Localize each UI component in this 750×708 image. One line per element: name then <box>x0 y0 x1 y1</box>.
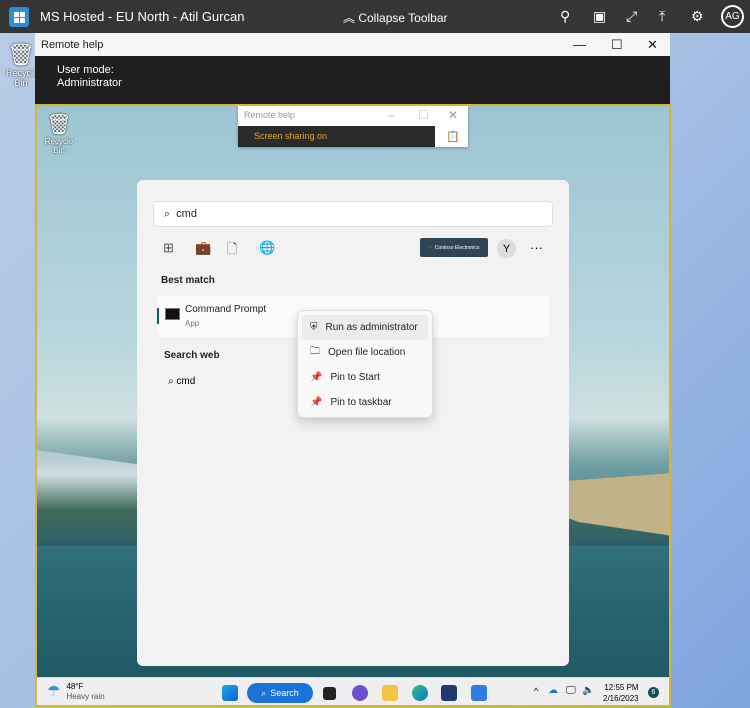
start-search-panel: ⌕ cmd ⊞ 💼 🗋 🌐 ⁘ Contoso Electronics Y ··· … <box>137 180 569 666</box>
web-search-item[interactable]: ⌕ cmd <box>168 376 195 387</box>
work-filter-icon[interactable]: 💼 <box>195 240 211 256</box>
pin-icon: 📌 <box>310 372 323 383</box>
taskbar-search-button[interactable]: ⌕ Search <box>247 683 313 703</box>
user-avatar[interactable]: Y <box>497 239 516 258</box>
date: 2/16/2023 <box>603 694 639 703</box>
menu-item-pin-to-start[interactable]: 📌 Pin to Start <box>302 365 428 390</box>
mini-title: Remote help <box>244 110 296 120</box>
search-label: Search <box>270 688 299 698</box>
screen-sharing-status: Screen sharing on <box>238 126 435 147</box>
weather-condition: Heavy rain <box>66 692 105 701</box>
windows-365-logo-icon <box>9 7 29 27</box>
folder-icon: 🗀 <box>310 346 320 357</box>
recycle-bin-icon: 🗑 <box>7 42 35 67</box>
task-view-icon[interactable] <box>323 687 336 700</box>
upload-icon[interactable]: ⤒ <box>659 8 665 25</box>
taskbar: ☂ 48°F Heavy rain ⌕ Search ^ ☁ 🖵 🔈 12:55 P… <box>37 677 669 705</box>
recycle-label: Recycle Bin <box>44 137 74 155</box>
remote-help-window: Remote help — ☐ ✕ User mode: Administrat… <box>35 33 670 106</box>
maximize-button[interactable]: ☐ <box>418 108 429 122</box>
user-mode-value: Administrator <box>57 77 122 89</box>
edge-browser-icon[interactable] <box>412 685 428 701</box>
documents-filter-icon[interactable]: 🗋 <box>227 240 237 262</box>
inner-recycle-bin[interactable]: 🗑 Recycle Bin <box>41 112 77 155</box>
network-icon[interactable]: 🖵 <box>566 685 576 696</box>
apps-filter-icon[interactable]: ⊞ <box>163 240 174 256</box>
clock[interactable]: 12:55 PM 2/16/2023 <box>603 682 639 704</box>
menu-label: Pin to taskbar <box>330 397 392 408</box>
admin-shield-icon: ⛨ <box>310 322 318 333</box>
volume-icon[interactable]: 🔈 <box>582 685 594 696</box>
search-web-heading: Search web <box>164 350 220 361</box>
minimize-button[interactable]: – <box>388 108 395 122</box>
maximize-button[interactable]: ☐ <box>611 37 623 53</box>
clipboard-icon[interactable]: 📋 <box>446 130 460 143</box>
menu-label: Run as administrator <box>325 322 418 333</box>
recycle-label: Recycle Bin <box>6 68 39 88</box>
mini-remote-help-window: Remote help – ☐ ✕ Screen sharing on 📋 <box>238 106 468 147</box>
user-mode-label: User mode: <box>57 64 114 76</box>
close-button[interactable]: ✕ <box>448 108 458 122</box>
collapse-toolbar-button[interactable]: ︽ Collapse Toolbar <box>343 9 448 26</box>
notification-badge[interactable]: 6 <box>648 687 659 698</box>
menu-item-open-file-location[interactable]: 🗀 Open file location <box>302 340 428 365</box>
search-input[interactable]: ⌕ cmd <box>153 201 553 227</box>
show-hidden-icons-icon[interactable]: ^ <box>534 686 538 696</box>
settings-gear-icon[interactable]: ⚙ <box>691 8 704 25</box>
org-badge[interactable]: ⁘ Contoso Electronics <box>420 238 488 257</box>
remote-help-icon[interactable]: ⚲ <box>560 8 570 25</box>
teams-chat-icon[interactable] <box>352 685 368 701</box>
recycle-bin-icon: 🗑 <box>46 114 72 136</box>
user-avatar[interactable]: AG <box>721 5 744 28</box>
menu-item-pin-to-taskbar[interactable]: 📌 Pin to taskbar <box>302 390 428 415</box>
window-title: Remote help <box>41 38 104 51</box>
command-prompt-icon <box>165 308 180 320</box>
search-value: cmd <box>176 208 197 220</box>
best-match-heading: Best match <box>161 275 215 286</box>
more-options-icon[interactable]: ··· <box>530 240 543 255</box>
search-icon: ⌕ <box>261 687 267 698</box>
remote-toolbar: MS Hosted - EU North - Atil Gurcan ︽ Col… <box>0 0 750 33</box>
file-explorer-icon[interactable] <box>382 685 398 701</box>
web-filter-icon[interactable]: 🌐 <box>259 240 275 256</box>
result-name: Command Prompt <box>185 304 267 315</box>
close-button[interactable]: ✕ <box>647 37 658 53</box>
temperature: 48°F <box>66 682 84 691</box>
performance-icon[interactable]: ▣ <box>593 8 606 25</box>
store-icon[interactable] <box>441 685 457 701</box>
onedrive-icon[interactable]: ☁ <box>548 685 558 696</box>
menu-label: Pin to Start <box>330 372 380 383</box>
context-menu: ⛨ Run as administrator 🗀 Open file locatio… <box>297 310 433 418</box>
start-button-icon[interactable] <box>222 685 238 701</box>
pin-icon: 📌 <box>310 397 323 408</box>
time: 12:55 PM <box>604 683 639 692</box>
fullscreen-icon[interactable]: ⤢ <box>626 8 637 25</box>
selection-accent <box>157 308 159 324</box>
menu-item-run-as-administrator[interactable]: ⛨ Run as administrator <box>302 315 428 340</box>
minimize-button[interactable]: — <box>573 37 586 52</box>
session-title: MS Hosted - EU North - Atil Gurcan <box>40 9 245 24</box>
remote-desktop-icon[interactable] <box>471 685 487 701</box>
web-query: cmd <box>176 376 196 387</box>
outer-recycle-bin[interactable]: 🗑 Recycle Bin <box>6 42 39 88</box>
user-mode-panel: User mode: Administrator <box>35 56 670 106</box>
remote-screen[interactable]: 🗑 Recycle Bin Remote help – ☐ ✕ Screen sh… <box>35 104 671 707</box>
menu-label: Open file location <box>328 347 406 358</box>
contoso-logo-icon: ⁘ <box>428 244 433 251</box>
org-label: Contoso Electronics <box>434 244 480 251</box>
weather-widget[interactable]: ☂ 48°F Heavy rain <box>47 682 105 702</box>
search-icon: ⌕ <box>164 207 171 220</box>
collapse-label: Collapse Toolbar <box>358 11 448 25</box>
rain-icon: ☂ <box>47 683 61 700</box>
result-type: App <box>185 319 200 328</box>
